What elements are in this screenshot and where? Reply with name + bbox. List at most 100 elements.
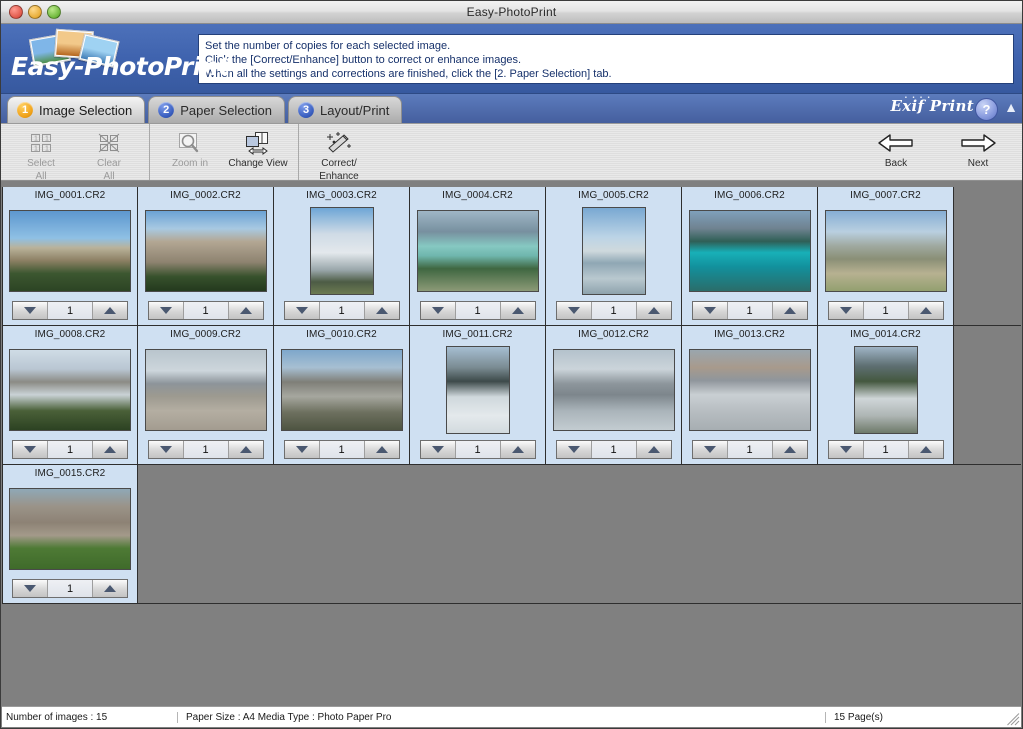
copies-stepper[interactable]: 1 bbox=[147, 301, 264, 320]
thumbnail-image[interactable] bbox=[9, 487, 131, 570]
thumbnail-cell[interactable]: IMG_0007.CR2 1 bbox=[818, 187, 954, 325]
triangle-up-icon[interactable] bbox=[501, 302, 535, 319]
triangle-down-icon[interactable] bbox=[557, 441, 591, 458]
correct-enhance-button[interactable]: Correct/ Enhance bbox=[305, 128, 373, 182]
thumbnail-image[interactable] bbox=[824, 209, 947, 292]
clear-all-button[interactable]: Clear All bbox=[75, 128, 143, 182]
triangle-down-icon[interactable] bbox=[557, 302, 591, 319]
copies-stepper[interactable]: 1 bbox=[419, 440, 536, 459]
thumbnail-image[interactable] bbox=[144, 348, 267, 431]
thumbnail-cell[interactable]: IMG_0008.CR2 1 bbox=[2, 326, 138, 464]
zoom-in-button[interactable]: Zoom in bbox=[156, 128, 224, 169]
triangle-up-icon[interactable] bbox=[773, 441, 807, 458]
thumbnail-cell[interactable]: IMG_0011.CR2 1 bbox=[410, 326, 546, 464]
thumbnail-image-frame bbox=[416, 204, 539, 297]
copies-stepper[interactable]: 1 bbox=[283, 301, 400, 320]
thumbnail-image-frame bbox=[9, 204, 131, 297]
copies-stepper[interactable]: 1 bbox=[827, 301, 944, 320]
app-logo-text: Easy-PhotoPrint bbox=[11, 51, 230, 81]
triangle-down-icon[interactable] bbox=[13, 580, 47, 597]
next-button[interactable]: Next bbox=[944, 128, 1012, 169]
triangle-up-icon[interactable] bbox=[365, 441, 399, 458]
triangle-up-icon[interactable] bbox=[93, 441, 127, 458]
select-all-button[interactable]: 11 11 Select All bbox=[7, 128, 75, 182]
copies-stepper[interactable]: 1 bbox=[12, 440, 128, 459]
image-gallery[interactable]: IMG_0001.CR2 1 IMG_0002.CR2 1 IMG_0003.CR2 1 I… bbox=[2, 187, 1021, 707]
title-bar: Easy-PhotoPrint bbox=[1, 1, 1022, 24]
thumbnail-cell[interactable]: IMG_0013.CR2 1 bbox=[682, 326, 818, 464]
thumbnail-cell[interactable]: IMG_0002.CR2 1 bbox=[138, 187, 274, 325]
copies-stepper[interactable]: 1 bbox=[419, 301, 536, 320]
thumbnail-cell[interactable]: IMG_0015.CR2 1 bbox=[2, 465, 138, 603]
triangle-down-icon[interactable] bbox=[13, 441, 47, 458]
back-button[interactable]: Back bbox=[862, 128, 930, 169]
thumbnail-image[interactable] bbox=[581, 206, 646, 295]
change-view-button[interactable]: Change View bbox=[224, 128, 292, 169]
thumbnail-cell[interactable]: IMG_0010.CR2 1 bbox=[274, 326, 410, 464]
toolbar-group-view: Zoom in Change View bbox=[149, 124, 298, 180]
chevron-up-icon[interactable]: ▲ bbox=[1004, 99, 1018, 115]
triangle-down-icon[interactable] bbox=[829, 302, 863, 319]
triangle-down-icon[interactable] bbox=[421, 441, 455, 458]
thumbnail-image-frame bbox=[144, 343, 267, 436]
thumbnail-image-frame bbox=[688, 343, 811, 436]
triangle-down-icon[interactable] bbox=[13, 302, 47, 319]
thumbnail-image[interactable] bbox=[688, 348, 811, 431]
copies-stepper[interactable]: 1 bbox=[147, 440, 264, 459]
thumbnail-image[interactable] bbox=[309, 206, 374, 295]
triangle-up-icon[interactable] bbox=[637, 441, 671, 458]
triangle-up-icon[interactable] bbox=[229, 302, 263, 319]
copies-stepper[interactable]: 1 bbox=[555, 301, 672, 320]
triangle-down-icon[interactable] bbox=[421, 302, 455, 319]
thumbnail-image[interactable] bbox=[280, 348, 403, 431]
thumbnail-image[interactable] bbox=[9, 348, 131, 431]
triangle-down-icon[interactable] bbox=[149, 441, 183, 458]
triangle-up-icon[interactable] bbox=[909, 302, 943, 319]
triangle-up-icon[interactable] bbox=[365, 302, 399, 319]
triangle-down-icon[interactable] bbox=[829, 441, 863, 458]
triangle-up-icon[interactable] bbox=[637, 302, 671, 319]
copies-stepper[interactable]: 1 bbox=[12, 301, 128, 320]
copies-stepper[interactable]: 1 bbox=[283, 440, 400, 459]
triangle-up-icon[interactable] bbox=[229, 441, 263, 458]
thumbnail-cell[interactable]: IMG_0003.CR2 1 bbox=[274, 187, 410, 325]
thumbnail-image-frame bbox=[280, 343, 403, 436]
triangle-up-icon[interactable] bbox=[773, 302, 807, 319]
triangle-down-icon[interactable] bbox=[693, 302, 727, 319]
thumbnail-cell[interactable]: IMG_0001.CR2 1 bbox=[2, 187, 138, 325]
copies-stepper[interactable]: 1 bbox=[827, 440, 944, 459]
copies-stepper[interactable]: 1 bbox=[555, 440, 672, 459]
triangle-up-icon[interactable] bbox=[93, 580, 127, 597]
thumbnail-image[interactable] bbox=[445, 345, 510, 434]
thumbnail-cell[interactable]: IMG_0006.CR2 1 bbox=[682, 187, 818, 325]
triangle-down-icon[interactable] bbox=[693, 441, 727, 458]
thumbnail-cell[interactable]: IMG_0005.CR2 1 bbox=[546, 187, 682, 325]
copies-stepper[interactable]: 1 bbox=[12, 579, 128, 598]
thumbnail-image[interactable] bbox=[144, 209, 267, 292]
resize-grip-icon[interactable] bbox=[1007, 713, 1020, 726]
copies-value: 1 bbox=[454, 302, 501, 319]
thumbnail-image[interactable] bbox=[9, 209, 131, 292]
triangle-up-icon[interactable] bbox=[93, 302, 127, 319]
thumbnail-cell[interactable]: IMG_0014.CR2 1 bbox=[818, 326, 954, 464]
thumbnail-image[interactable] bbox=[416, 209, 539, 292]
copies-stepper[interactable]: 1 bbox=[691, 440, 808, 459]
copies-value: 1 bbox=[47, 580, 93, 597]
tab-image-selection[interactable]: 1 Image Selection bbox=[7, 96, 146, 123]
select-all-label-1: Select bbox=[27, 158, 55, 169]
thumbnail-image[interactable] bbox=[688, 209, 811, 292]
help-button[interactable]: ? bbox=[975, 98, 998, 121]
copies-stepper[interactable]: 1 bbox=[691, 301, 808, 320]
thumbnail-image[interactable] bbox=[552, 348, 675, 431]
tab-paper-selection[interactable]: 2 Paper Selection bbox=[148, 96, 286, 123]
tab-layout-print[interactable]: 3 Layout/Print bbox=[288, 96, 403, 123]
thumbnail-image[interactable] bbox=[853, 345, 918, 434]
thumbnail-cell[interactable]: IMG_0004.CR2 1 bbox=[410, 187, 546, 325]
triangle-up-icon[interactable] bbox=[909, 441, 943, 458]
thumbnail-cell[interactable]: IMG_0009.CR2 1 bbox=[138, 326, 274, 464]
triangle-down-icon[interactable] bbox=[285, 302, 319, 319]
triangle-down-icon[interactable] bbox=[285, 441, 319, 458]
triangle-up-icon[interactable] bbox=[501, 441, 535, 458]
triangle-down-icon[interactable] bbox=[149, 302, 183, 319]
thumbnail-cell[interactable]: IMG_0012.CR2 1 bbox=[546, 326, 682, 464]
